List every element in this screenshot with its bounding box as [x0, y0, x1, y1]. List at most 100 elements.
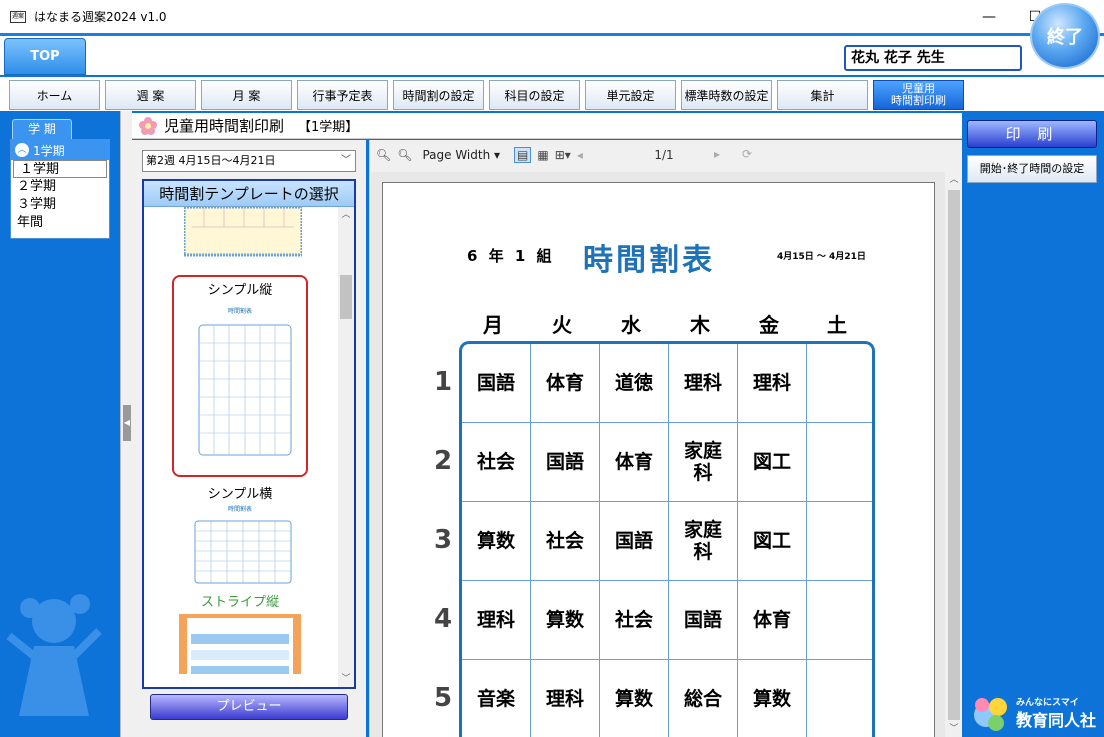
nav-summary[interactable]: 集計	[777, 80, 868, 110]
template-thumb-title: 時間割表	[227, 506, 252, 513]
day-header: 月	[483, 313, 503, 337]
day-header: 木	[690, 313, 710, 337]
multi-page-icon[interactable]: ⊞▾	[555, 148, 571, 162]
preview-button[interactable]: プレビュー	[150, 694, 348, 720]
scroll-up-icon[interactable]: ︿	[338, 207, 354, 223]
collapse-handle[interactable]: ◀	[123, 405, 131, 441]
day-header: 金	[759, 313, 779, 337]
zoom-select[interactable]: Page Width ▾	[422, 148, 500, 162]
week-select-value: 第2週 4月15日～4月21日	[146, 154, 276, 167]
timetable-cell: 算数	[462, 502, 531, 581]
timetable-cell: 社会	[600, 581, 669, 660]
title-bar: 週案 はなまる週案2024 v1.0 — ☐ ✕	[0, 0, 1104, 33]
timetable-cell	[807, 581, 872, 660]
term-item-1[interactable]: １学期	[13, 160, 107, 178]
refresh-icon[interactable]: ⟳	[742, 147, 752, 161]
template-thumbnail-simple-vertical	[198, 324, 292, 456]
timetable-cell: 体育	[531, 344, 600, 423]
time-settings-button[interactable]: 開始･終了時間の設定	[967, 155, 1097, 183]
timetable-page: 6 年 1 組 時間割表 4月15日 ～ 4月21日 月 火 水 木 金 土 1…	[382, 182, 935, 737]
timetable-cell: 理科	[531, 660, 600, 737]
next-page-icon[interactable]: ▸	[714, 147, 720, 161]
timetable-cell	[807, 660, 872, 737]
template-name: シンプル横	[207, 487, 273, 502]
print-button[interactable]: 印 刷	[967, 120, 1097, 148]
teacher-name: 花丸 花子 先生	[844, 45, 1022, 71]
nav-subject-settings[interactable]: 科目の設定	[489, 80, 580, 110]
template-scroll-area: シンプル縦 時間割表 シンプル横 時間割表 ストライプ縦	[144, 207, 338, 687]
timetable-cell: 理科	[462, 581, 531, 660]
timetable-cell: 国語	[600, 502, 669, 581]
nav-timetable-settings[interactable]: 時間割の設定	[393, 80, 484, 110]
timetable-cell: 算数	[531, 581, 600, 660]
timetable-grid: 国語 体育 道徳 理科 理科 社会 国語 体育 家庭科 図工 算数 社会 国語 …	[459, 341, 875, 737]
term-tab[interactable]: 学 期	[12, 119, 72, 139]
timetable-cell: 理科	[738, 344, 807, 423]
minimize-button[interactable]: —	[966, 0, 1012, 33]
template-scrollbar[interactable]: ︿ ﹀	[338, 207, 354, 687]
nav-unit-settings[interactable]: 単元設定	[585, 80, 676, 110]
template-item-stripe-vertical[interactable]: ストライプ縦	[172, 591, 308, 674]
timetable-cell	[807, 423, 872, 502]
app-window: 週案 はなまる週案2024 v1.0 — ☐ ✕ TOP 花丸 花子 先生 終了…	[0, 0, 1104, 737]
timetable-cell: 体育	[738, 581, 807, 660]
timetable-cell: 体育	[600, 423, 669, 502]
prev-page-icon[interactable]: ◂	[577, 148, 583, 162]
timetable-cell: 算数	[600, 660, 669, 737]
document-area: 6 年 1 組 時間割表 4月15日 ～ 4月21日 月 火 水 木 金 土 1…	[371, 172, 945, 737]
nav-student-timetable-print[interactable]: 児童用 時間割印刷	[873, 80, 964, 110]
template-thumbnail-simple-horizontal	[194, 520, 292, 584]
app-icon: 週案	[10, 10, 26, 23]
page-counter: 1/1	[654, 148, 674, 162]
scroll-up-icon[interactable]: ︿	[946, 172, 962, 188]
top-tab[interactable]: TOP	[4, 38, 86, 75]
main-header: 児童用時間割印刷 【1学期】	[132, 113, 962, 139]
scroll-down-icon[interactable]: ﹀	[338, 671, 354, 687]
continuous-page-icon[interactable]: ▦	[537, 148, 548, 162]
template-panel: 第2週 4月15日～4月21日 ﹀ 時間割テンプレートの選択 シンプル縦 時間割…	[132, 140, 366, 737]
template-item-simple-horizontal[interactable]: シンプル横 時間割表	[172, 483, 308, 585]
term-sidebar: 学 期 ︿ 1学期 １学期 ２学期 ３学期 年間	[0, 111, 120, 737]
document-scrollbar[interactable]: ︿ ﹀	[945, 172, 963, 737]
timetable-cell: 図工	[738, 423, 807, 502]
zoom-in-icon[interactable]: 🔍︎	[397, 148, 412, 162]
template-thumb-title: 時間割表	[227, 308, 252, 315]
timetable-cell	[807, 344, 872, 423]
scrollbar-thumb[interactable]	[948, 190, 960, 720]
week-select[interactable]: 第2週 4月15日～4月21日 ﹀	[142, 150, 356, 172]
template-thumbnail-stripe-vertical	[179, 614, 301, 674]
template-list: 時間割テンプレートの選択 シンプル縦 時間割表 シンプル横 時間割表 ストライプ…	[142, 179, 356, 689]
timetable-cell: 総合	[669, 660, 738, 737]
class-name: 6 年 1 組	[467, 247, 555, 265]
nav-home[interactable]: ホーム	[9, 80, 100, 110]
term-item-2[interactable]: ２学期	[11, 178, 109, 196]
scroll-down-icon[interactable]: ﹀	[946, 721, 962, 737]
term-item-year[interactable]: 年間	[11, 214, 109, 232]
timetable-cell: 家庭科	[669, 423, 738, 502]
decorative-girl-illustration	[6, 594, 102, 716]
zoom-out-icon[interactable]: 🔍︎	[376, 148, 391, 162]
template-item-partial[interactable]	[148, 207, 338, 257]
nav-monthly-plan[interactable]: 月 案	[201, 80, 292, 110]
template-item-simple-vertical[interactable]: シンプル縦 時間割表	[172, 275, 308, 477]
day-header: 水	[621, 313, 641, 337]
timetable-cell: 国語	[462, 344, 531, 423]
period-number: 1	[433, 367, 453, 397]
nav-event-schedule[interactable]: 行事予定表	[297, 80, 388, 110]
window-title: はなまる週案2024 v1.0	[34, 10, 167, 24]
term-header[interactable]: ︿ 1学期	[11, 140, 109, 160]
nav-standard-hours[interactable]: 標準時数の設定	[681, 80, 772, 110]
print-preview-viewer: 🔍︎ 🔍︎ Page Width ▾ ▤ ▦ ⊞▾ ◂ 1/1 ▸ ⟳ 6 年 …	[369, 140, 963, 737]
term-list: ︿ 1学期 １学期 ２学期 ３学期 年間	[10, 139, 110, 239]
exit-button[interactable]: 終了	[1030, 3, 1100, 69]
period-number: 4	[433, 604, 453, 634]
template-list-header: 時間割テンプレートの選択	[144, 181, 354, 207]
date-range: 4月15日 ～ 4月21日	[777, 252, 866, 262]
term-item-3[interactable]: ３学期	[11, 196, 109, 214]
nav-weekly-plan[interactable]: 週 案	[105, 80, 196, 110]
single-page-icon[interactable]: ▤	[514, 147, 532, 163]
page-title: 児童用時間割印刷	[164, 117, 285, 135]
zoom-value: Page Width	[422, 148, 491, 162]
logo-name: 教育同人社	[1016, 711, 1097, 730]
scrollbar-thumb[interactable]	[340, 275, 352, 319]
